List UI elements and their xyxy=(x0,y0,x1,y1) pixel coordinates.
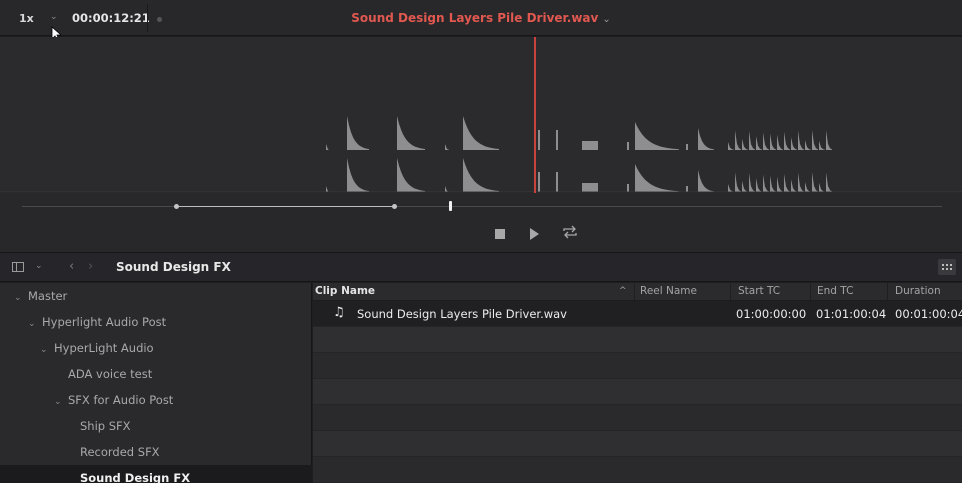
waveform-segment xyxy=(582,183,598,192)
waveform-segment xyxy=(556,172,558,192)
table-row xyxy=(313,405,962,431)
scrubber-range xyxy=(176,206,394,207)
table-row xyxy=(313,353,962,379)
waveform-segment xyxy=(582,141,598,150)
clip-title-text: Sound Design Layers Pile Driver.wav xyxy=(351,11,599,25)
table-row xyxy=(313,431,962,457)
play-button[interactable] xyxy=(530,228,539,240)
column-divider xyxy=(634,283,635,301)
col-clip-name[interactable]: Clip Name xyxy=(315,285,375,297)
waveform-segment xyxy=(538,172,540,192)
waveform-segment xyxy=(463,158,499,192)
sort-ascending-icon[interactable]: ^ xyxy=(619,286,627,296)
bin-tree-item[interactable]: ⌄ Master xyxy=(0,283,312,309)
current-bin-title: Sound Design FX xyxy=(116,260,231,274)
clip-title-chevron-down-icon[interactable]: ⌄ xyxy=(602,14,610,25)
bin-list-toggle-icon[interactable] xyxy=(12,262,24,272)
col-end-tc[interactable]: End TC xyxy=(817,285,853,297)
bin-list-chevron-down-icon[interactable]: ⌄ xyxy=(35,261,43,271)
scrubber-handle[interactable] xyxy=(449,201,452,211)
clip-name-cell: Sound Design Layers Pile Driver.wav xyxy=(357,307,567,321)
duration-cell: 00:01:00:04 xyxy=(895,307,962,321)
bin-tree-item-label: SFX for Audio Post xyxy=(68,393,174,407)
view-options-grid-icon[interactable] xyxy=(938,259,956,275)
scrubber-track[interactable] xyxy=(22,206,942,207)
bin-tree-item-label: Recorded SFX xyxy=(80,445,160,459)
table-row xyxy=(313,457,962,483)
media-pool-header: ⌄ ‹ › Sound Design FX xyxy=(0,252,962,282)
bin-tree: ⌄ Master ⌄ Hyperlight Audio Post ⌄ HyperLight… xyxy=(0,283,312,483)
waveform-segment xyxy=(445,144,449,150)
out-point-marker[interactable] xyxy=(392,204,397,209)
bin-tree-item[interactable]: ⌄ SFX for Audio Post xyxy=(0,387,312,413)
clip-list: Clip Name ^ Reel Name Start TC End TC Du… xyxy=(313,283,962,483)
bin-tree-item[interactable]: Sound Design FX xyxy=(0,465,312,483)
column-divider xyxy=(810,283,811,301)
waveform-segment xyxy=(347,158,369,192)
col-reel-name[interactable]: Reel Name xyxy=(640,285,697,297)
chevron-down-icon[interactable]: ⌄ xyxy=(28,311,42,337)
waveform-segment xyxy=(686,186,688,192)
stop-button[interactable] xyxy=(495,229,505,239)
start-tc-cell: 01:00:00:00 xyxy=(736,307,807,321)
bin-tree-item[interactable]: ADA voice test xyxy=(0,361,312,387)
bin-tree-item-label: Sound Design FX xyxy=(80,471,191,483)
in-point-marker[interactable] xyxy=(174,204,179,209)
clip-list-header: Clip Name ^ Reel Name Start TC End TC Du… xyxy=(313,283,962,301)
waveform-segment xyxy=(347,116,369,150)
waveform-segment xyxy=(326,144,329,150)
playhead[interactable] xyxy=(534,37,536,193)
audio-waveform-viewer[interactable] xyxy=(0,37,962,193)
viewer-header: 1x ⌄ 00:00:12:21 Sound Design Layers Pil… xyxy=(0,0,962,42)
bin-tree-item-label: Hyperlight Audio Post xyxy=(42,315,167,329)
music-note-icon: ♫ xyxy=(333,305,345,320)
waveform-segment xyxy=(698,170,714,192)
waveform-segment xyxy=(728,130,832,150)
loop-button[interactable] xyxy=(561,224,579,240)
waveform-segment xyxy=(627,184,629,192)
col-start-tc[interactable]: Start TC xyxy=(738,285,780,297)
waveform-segment xyxy=(463,116,499,150)
waveform-segment xyxy=(728,172,832,192)
waveform-segment xyxy=(635,122,679,150)
table-row xyxy=(313,327,962,353)
bin-tree-item-label: HyperLight Audio xyxy=(54,341,154,355)
nav-forward-icon[interactable]: › xyxy=(88,259,93,274)
waveform-segment xyxy=(686,144,688,150)
bin-tree-item[interactable]: Ship SFX xyxy=(0,413,312,439)
bin-tree-item[interactable]: Recorded SFX xyxy=(0,439,312,465)
waveform-segment xyxy=(635,164,679,192)
waveform-segment xyxy=(397,116,425,150)
waveform-segment xyxy=(698,128,714,150)
bin-tree-item[interactable]: ⌄ Hyperlight Audio Post xyxy=(0,309,312,335)
bin-tree-item-label: ADA voice test xyxy=(68,367,153,381)
chevron-down-icon[interactable]: ⌄ xyxy=(54,389,68,415)
waveform-segment xyxy=(627,142,629,150)
waveform-segment xyxy=(556,130,558,150)
chevron-down-icon[interactable]: ⌄ xyxy=(40,337,54,363)
col-duration[interactable]: Duration xyxy=(895,285,941,297)
waveform-segment xyxy=(445,186,449,192)
bin-tree-item-label: Master xyxy=(28,289,68,303)
audio-waveform xyxy=(0,116,962,193)
waveform-segment xyxy=(538,130,540,150)
bin-tree-item[interactable]: ⌄ HyperLight Audio xyxy=(0,335,312,361)
table-row xyxy=(313,379,962,405)
column-divider xyxy=(730,283,731,301)
waveform-segment xyxy=(326,186,329,192)
waveform-segment xyxy=(397,158,425,192)
clip-title[interactable]: Sound Design Layers Pile Driver.wav ⌄ xyxy=(0,11,962,25)
column-divider xyxy=(887,283,888,301)
table-row[interactable]: ♫ Sound Design Layers Pile Driver.wav 01:0… xyxy=(313,301,962,327)
nav-back-icon[interactable]: ‹ xyxy=(69,259,74,274)
chevron-down-icon[interactable]: ⌄ xyxy=(14,285,28,311)
scrubber-bar xyxy=(0,193,962,252)
bin-tree-item-label: Ship SFX xyxy=(80,419,131,433)
end-tc-cell: 01:01:00:04 xyxy=(816,307,887,321)
